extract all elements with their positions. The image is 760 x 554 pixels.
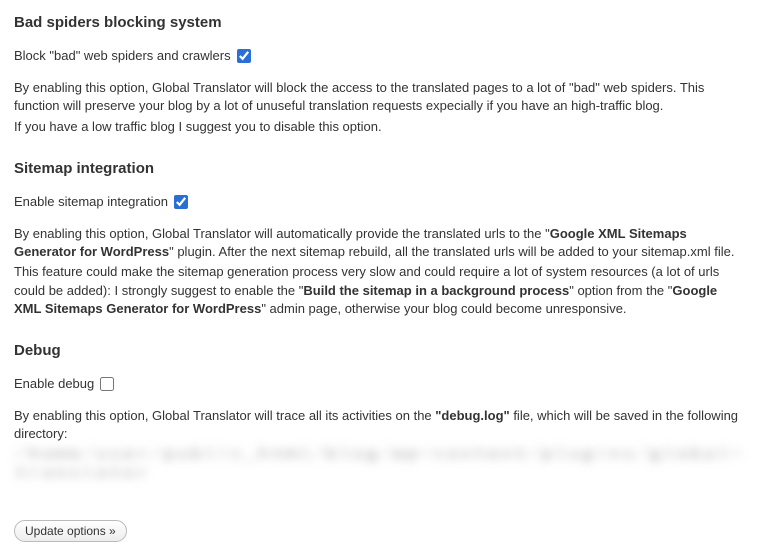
- label-enable-sitemap: Enable sitemap integration: [14, 193, 168, 211]
- section-spiders-heading: Bad spiders blocking system: [14, 12, 746, 33]
- desc-sitemap-line1: By enabling this option, Global Translat…: [14, 225, 746, 261]
- label-enable-debug: Enable debug: [14, 375, 94, 393]
- debug-path-obscured: ／ｈｏｍｅ／ｕｓｅｒ／ｐｕｂｌｉｃ＿ｈｔｍｌ／ｂｌｏｇ／ｗｐ－ｃｏｎｔｅｎｔ／ｐ…: [14, 445, 746, 481]
- desc-debug-pre: By enabling this option, Global Translat…: [14, 408, 435, 423]
- desc-sitemap-line2-mid: " option from the ": [569, 283, 672, 298]
- desc-sitemap: By enabling this option, Global Translat…: [14, 225, 746, 318]
- desc-sitemap-line2-bold1: Build the sitemap in a background proces…: [303, 283, 569, 298]
- option-row-debug: Enable debug: [14, 375, 746, 393]
- section-spiders: Bad spiders blocking system Block "bad" …: [14, 12, 746, 136]
- checkbox-enable-debug[interactable]: [100, 377, 114, 391]
- desc-sitemap-line1-pre: By enabling this option, Global Translat…: [14, 226, 550, 241]
- desc-debug: By enabling this option, Global Translat…: [14, 407, 746, 482]
- section-debug: Debug Enable debug By enabling this opti…: [14, 340, 746, 482]
- desc-sitemap-line2: This feature could make the sitemap gene…: [14, 263, 746, 318]
- update-options-button[interactable]: Update options »: [14, 520, 127, 542]
- section-sitemap: Sitemap integration Enable sitemap integ…: [14, 158, 746, 318]
- desc-spiders-line2: If you have a low traffic blog I suggest…: [14, 118, 746, 136]
- section-debug-heading: Debug: [14, 340, 746, 361]
- desc-debug-line: By enabling this option, Global Translat…: [14, 407, 746, 443]
- section-sitemap-heading: Sitemap integration: [14, 158, 746, 179]
- label-block-bad-spiders: Block "bad" web spiders and crawlers: [14, 47, 231, 65]
- desc-debug-bold: "debug.log": [435, 408, 509, 423]
- desc-spiders: By enabling this option, Global Translat…: [14, 79, 746, 136]
- option-row-sitemap: Enable sitemap integration: [14, 193, 746, 211]
- option-row-spiders: Block "bad" web spiders and crawlers: [14, 47, 746, 65]
- desc-spiders-line1: By enabling this option, Global Translat…: [14, 79, 746, 115]
- checkbox-enable-sitemap[interactable]: [174, 195, 188, 209]
- desc-sitemap-line2-post: " admin page, otherwise your blog could …: [261, 301, 626, 316]
- desc-sitemap-line1-post: " plugin. After the next sitemap rebuild…: [169, 244, 734, 259]
- checkbox-block-bad-spiders[interactable]: [237, 49, 251, 63]
